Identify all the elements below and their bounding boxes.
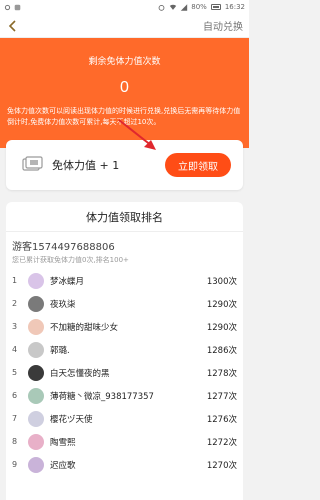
ranking-row[interactable]: 4 郭璐. 1286次 xyxy=(6,338,243,361)
rank-number: 6 xyxy=(12,391,18,400)
avatar xyxy=(28,364,44,381)
ranking-row[interactable]: 6 薄荷糖丶微凉_938177357 1277次 xyxy=(6,384,243,407)
my-ranking-info: 您已累计获取免体力值0次,排名100+ xyxy=(12,256,129,264)
free-count-value: 0 xyxy=(120,79,129,96)
nickname: 陶雪熙 xyxy=(50,437,76,448)
nickname: 不加糖的甜味少女 xyxy=(50,322,119,333)
nickname: 夜玖柒 xyxy=(50,299,76,310)
score: 1290次 xyxy=(206,299,237,310)
rank-number: 5 xyxy=(12,368,18,377)
score: 1286次 xyxy=(206,345,237,356)
rank-number: 1 xyxy=(12,276,18,285)
nickname: 郭璐. xyxy=(50,345,70,356)
clock: 16:32 xyxy=(224,3,245,11)
ranking-row[interactable]: 7 樱花ヅ天使 1276次 xyxy=(6,407,243,430)
rank-number: 8 xyxy=(12,437,18,446)
free-count-header: 剩余免体力值次数 0 免体力值次数可以阅读出现体力值的时候进行兑换,兑换后无需再… xyxy=(0,38,249,148)
score: 1272次 xyxy=(206,437,237,448)
nickname: 梦冰蝶月 xyxy=(50,276,85,287)
avatar xyxy=(28,341,44,358)
rank-number: 7 xyxy=(12,414,18,423)
avatar xyxy=(28,387,44,404)
my-ranking: 游客1574497688806 您已累计获取免体力值0次,排名100+ xyxy=(6,232,243,265)
top-bar: 自动兑换 xyxy=(0,14,249,38)
ranking-list: 1 梦冰蝶月 1300次 2 夜玖柒 1290次 3 不加糖的甜味少女 1290… xyxy=(6,269,243,476)
free-count-description: 免体力值次数可以阅读出现体力值的时候进行兑换,兑换后无需再等待体力值倒计时,免费… xyxy=(7,107,241,126)
score: 1278次 xyxy=(206,368,237,379)
my-username: 游客1574497688806 xyxy=(12,242,115,253)
auto-exchange-button[interactable]: 自动兑换 xyxy=(203,18,243,33)
reward-label: 免体力值 + 1 xyxy=(52,159,120,172)
rank-number: 9 xyxy=(12,460,18,469)
alarm-icon xyxy=(158,4,165,11)
nickname: 樱花ヅ天使 xyxy=(50,414,93,425)
ranking-row[interactable]: 5 白天怎懂夜的黑 1278次 xyxy=(6,361,243,384)
score: 1276次 xyxy=(206,414,237,425)
ranking-row[interactable]: 9 迟应歌 1270次 xyxy=(6,453,243,476)
ranking-row[interactable]: 8 陶雪熙 1272次 xyxy=(6,430,243,453)
free-count-title: 剩余免体力值次数 xyxy=(88,57,161,67)
ranking-card: 体力值领取排名 游客1574497688806 您已累计获取免体力值0次,排名1… xyxy=(6,202,243,500)
wifi-icon xyxy=(169,4,177,11)
nickname: 迟应歌 xyxy=(50,460,76,471)
claim-now-button[interactable]: 立即领取 xyxy=(165,153,231,177)
ranking-row[interactable]: 3 不加糖的甜味少女 1290次 xyxy=(6,315,243,338)
nickname: 白天怎懂夜的黑 xyxy=(50,368,110,379)
score: 1277次 xyxy=(206,391,237,402)
ranking-row[interactable]: 2 夜玖柒 1290次 xyxy=(6,292,243,315)
battery-percent: 80% xyxy=(191,3,207,11)
ticket-icon xyxy=(22,156,44,174)
avatar xyxy=(28,272,44,289)
avatar xyxy=(28,318,44,335)
avatar xyxy=(28,433,44,450)
rank-number: 4 xyxy=(12,345,18,354)
score: 1300次 xyxy=(206,276,237,287)
app-icon xyxy=(14,4,21,11)
score: 1290次 xyxy=(206,322,237,333)
avatar xyxy=(28,410,44,427)
reward-card: 免体力值 + 1 立即领取 xyxy=(6,140,243,190)
battery-icon xyxy=(210,4,221,10)
status-bar: 80% 16:32 xyxy=(0,0,249,14)
rank-number: 3 xyxy=(12,322,18,331)
notification-icon xyxy=(4,4,11,11)
signal-icon xyxy=(180,3,188,11)
rank-number: 2 xyxy=(12,299,18,308)
ranking-row[interactable]: 1 梦冰蝶月 1300次 xyxy=(6,269,243,292)
nickname: 薄荷糖丶微凉_938177357 xyxy=(50,391,154,402)
score: 1270次 xyxy=(206,460,237,471)
avatar xyxy=(28,456,44,473)
avatar xyxy=(28,295,44,312)
back-icon[interactable] xyxy=(6,19,18,32)
ranking-title: 体力值领取排名 xyxy=(6,202,243,232)
